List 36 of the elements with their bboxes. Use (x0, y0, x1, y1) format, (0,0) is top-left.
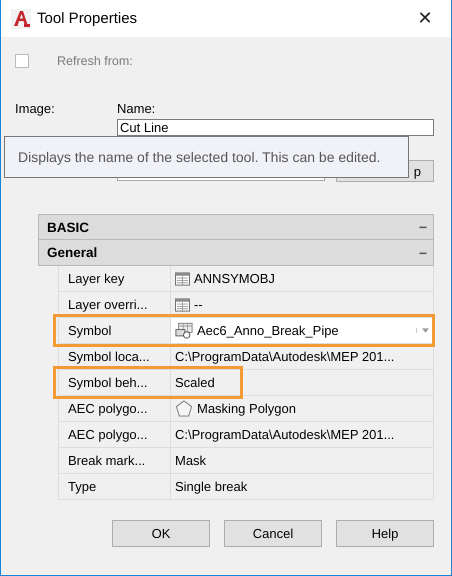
section-header[interactable]: BASIC − (38, 214, 434, 240)
property-label: AEC polygo... (59, 422, 171, 447)
dialog-button[interactable]: Cancel (224, 520, 322, 547)
property-value: Scaled (175, 375, 215, 390)
property-value: -- (194, 297, 203, 312)
property-label: Type (59, 474, 171, 499)
property-label: Layer overri... (59, 292, 171, 317)
table-icon (175, 272, 190, 286)
property-label: Symbol beh... (59, 370, 171, 395)
dialog-button[interactable]: OK (112, 520, 210, 547)
checkbox-label: Refresh from: (57, 54, 133, 68)
property-label: Layer key (59, 266, 171, 291)
dialog-button[interactable]: Help (336, 520, 434, 547)
property-value: C:\ProgramData\Autodesk\MEP 201... (175, 427, 394, 442)
symbol-icon (175, 322, 193, 339)
section-header[interactable]: General − (38, 240, 434, 266)
property-label: Symbol loca... (59, 344, 171, 369)
property-value: C:\ProgramData\Autodesk\MEP 201... (175, 349, 394, 364)
property-value: Mask (175, 453, 206, 468)
table-icon (175, 298, 190, 312)
property-value: Single break (175, 479, 248, 494)
caret-icon (416, 328, 429, 333)
name-field[interactable]: Cut Line (117, 119, 434, 136)
pentagon-icon (175, 400, 193, 417)
property-value: Aec6_Anno_Break_Pipe (197, 323, 339, 338)
property-value: ANNSYMOBJ (194, 271, 275, 286)
window-title: Tool Properties (37, 10, 138, 27)
property-value: Masking Polygon (197, 401, 296, 416)
close-button[interactable]: ✕ (403, 0, 447, 37)
tooltip: Displays the name of the selected tool. This can be edited. (4, 136, 409, 178)
property-label: AEC polygo... (59, 396, 171, 421)
app-logo-icon (11, 8, 31, 28)
name-label: Name: (117, 101, 156, 116)
symbol-dropdown[interactable]: Aec6_Anno_Break_Pipe (171, 318, 433, 343)
property-label: Break mark... (59, 448, 171, 473)
image-label: Image: (15, 101, 56, 116)
